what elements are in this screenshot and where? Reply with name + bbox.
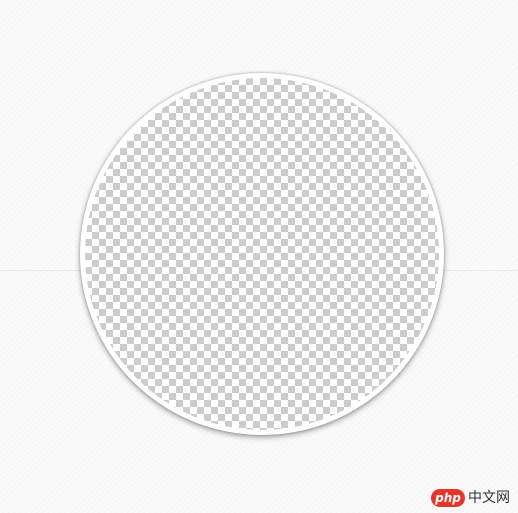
circle-frame [80, 73, 444, 435]
canvas: php 中文网 [0, 0, 518, 513]
watermark-site-name: 中文网 [468, 490, 510, 506]
transparent-checkerboard [85, 78, 439, 430]
watermark-logo: php [431, 489, 465, 507]
watermark: php 中文网 [431, 489, 510, 507]
